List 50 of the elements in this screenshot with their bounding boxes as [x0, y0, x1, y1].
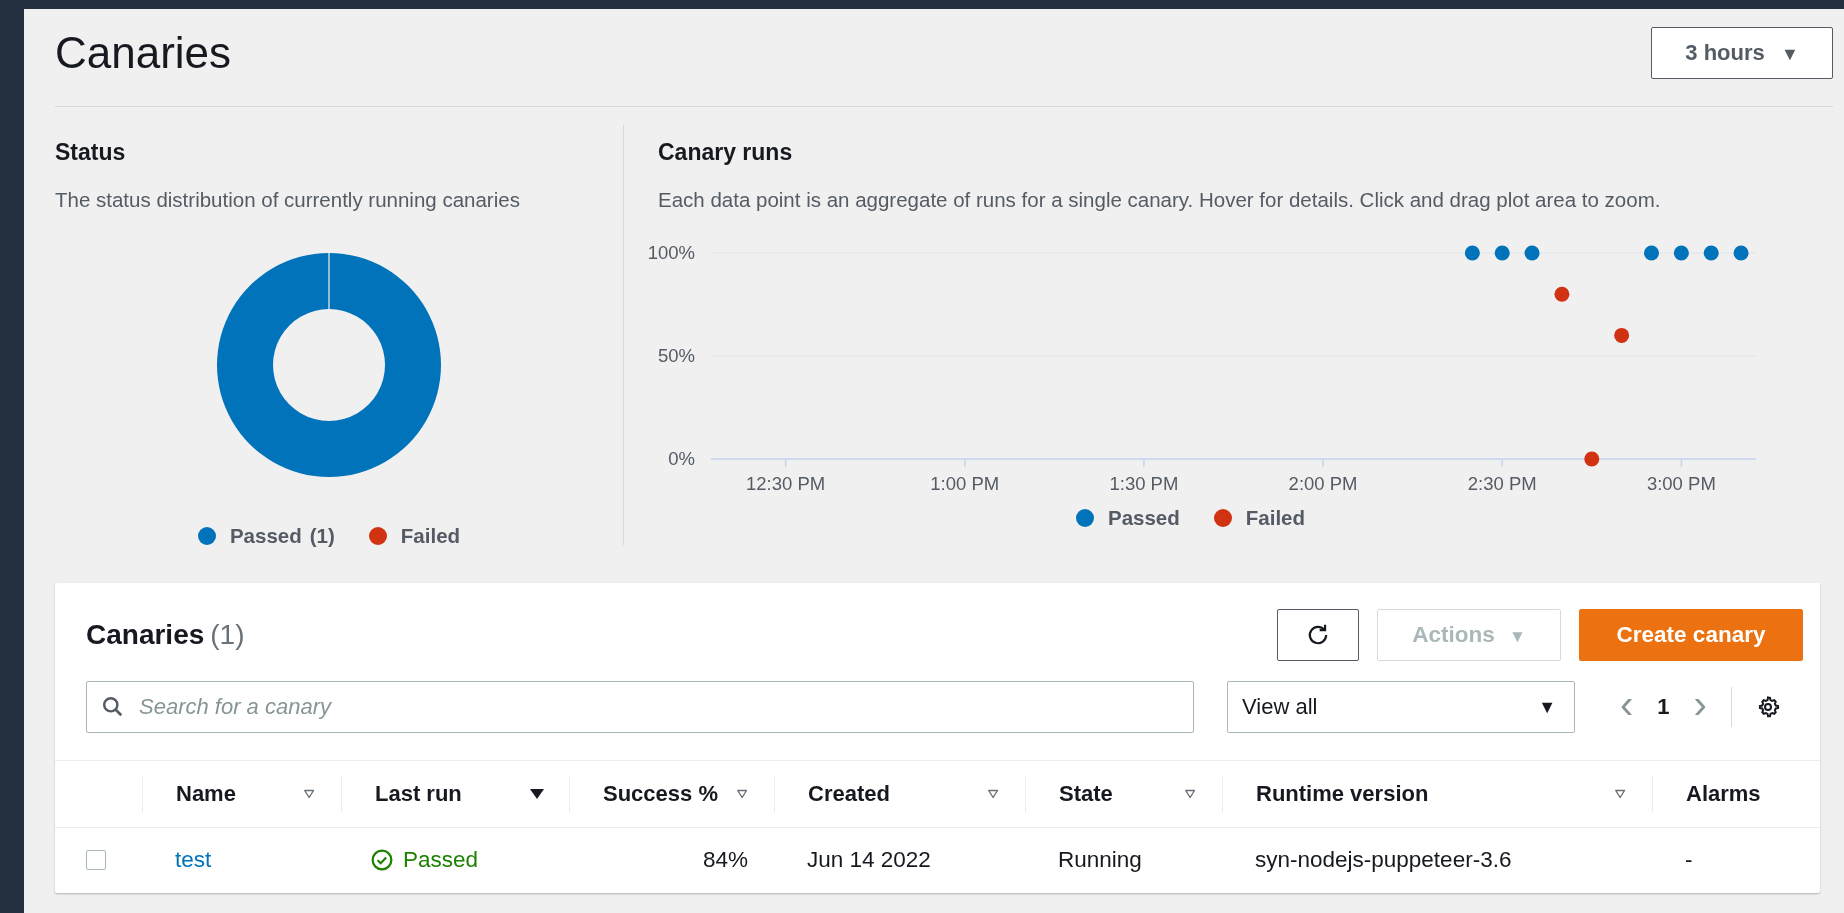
x-axis-label: 2:00 PM: [1288, 473, 1358, 494]
sort-icon[interactable]: [303, 788, 317, 800]
canary-name-link[interactable]: test: [175, 847, 212, 873]
y-axis-label: 50%: [657, 345, 695, 366]
legend-label: Failed: [400, 524, 461, 548]
page-number-button[interactable]: 1: [1657, 696, 1670, 718]
table-cell: Jun 14 2022: [807, 847, 931, 873]
panel-description: The status distribution of currently running canaries: [55, 188, 521, 212]
filter-select[interactable]: View all ▼: [1227, 681, 1575, 733]
table-title: Canaries: [86, 619, 205, 650]
sort-icon[interactable]: [987, 788, 1001, 800]
column-header[interactable]: Success %: [603, 781, 718, 807]
refresh-icon: [1306, 623, 1330, 647]
x-axis-label: 2:30 PM: [1467, 473, 1537, 494]
column-header[interactable]: Last run: [375, 781, 462, 807]
column-header[interactable]: Runtime version: [1256, 781, 1429, 807]
x-axis-label: 3:00 PM: [1646, 473, 1716, 494]
y-axis-label: 0%: [668, 448, 695, 469]
sort-icon[interactable]: [1614, 788, 1628, 800]
x-axis-label: 1:30 PM: [1109, 473, 1179, 494]
column-header[interactable]: Created: [808, 781, 890, 807]
table-cell: syn-nodejs-puppeteer-3.6: [1255, 847, 1512, 873]
status-text: Passed: [403, 847, 479, 873]
sort-icon[interactable]: [1184, 788, 1198, 800]
legend-label: Passed: [1107, 506, 1180, 530]
search-icon: [102, 696, 124, 718]
x-axis-label: 12:30 PM: [746, 473, 826, 494]
legend-label: Passed: [229, 524, 302, 548]
panel-description: Each data point is an aggregate of runs for a single canary. Hover for details. Click and drag plot area to zoom.: [658, 188, 1662, 212]
check-circle-icon: [371, 849, 393, 871]
page-title: Canaries: [55, 27, 232, 78]
table-cell: -: [1685, 847, 1693, 873]
y-axis-label: 100%: [647, 242, 695, 263]
sort-icon[interactable]: [736, 788, 750, 800]
panel-title: Canary runs: [658, 139, 794, 166]
table-count: (1): [210, 619, 245, 650]
table-cell: Running: [1058, 847, 1142, 873]
legend-count: (1): [309, 524, 335, 548]
column-header[interactable]: State: [1059, 781, 1113, 807]
time-range-dropdown[interactable]: 3 hours ▼: [1651, 26, 1833, 79]
row-checkbox[interactable]: [86, 850, 106, 870]
column-header[interactable]: Name: [176, 781, 236, 807]
search-field[interactable]: Search for a canary: [86, 681, 1194, 733]
legend-label: Failed: [1245, 506, 1306, 530]
column-header: Alarms: [1686, 781, 1761, 807]
panel-title: Status: [55, 139, 127, 166]
table-cell: 84%: [702, 847, 748, 873]
refresh-button[interactable]: [1277, 609, 1359, 661]
x-axis-label: 1:00 PM: [930, 473, 1000, 494]
sort-descending-icon[interactable]: [529, 788, 545, 800]
